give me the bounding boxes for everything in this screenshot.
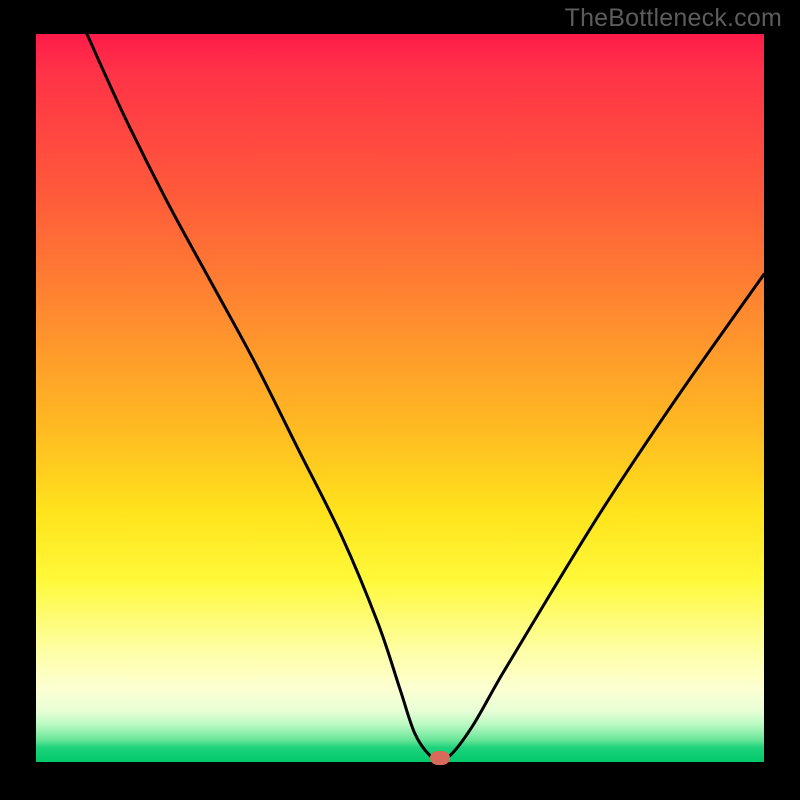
minimum-marker xyxy=(430,751,450,765)
plot-area xyxy=(36,34,764,762)
watermark-text: TheBottleneck.com xyxy=(565,4,782,33)
chart-frame: TheBottleneck.com xyxy=(0,0,800,800)
bottleneck-curve xyxy=(36,34,764,762)
